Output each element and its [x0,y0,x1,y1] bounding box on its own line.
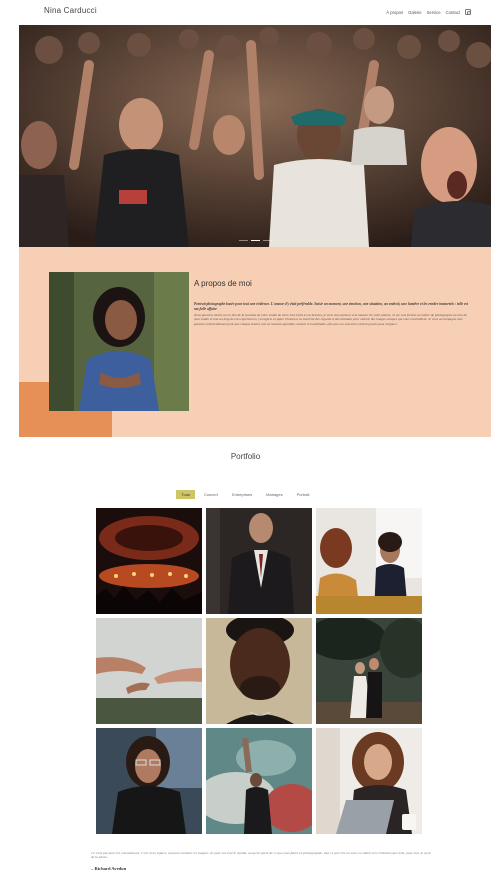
carousel-dot-active[interactable] [250,239,260,241]
gallery-item-portrait-man[interactable] [206,618,312,724]
about-title: A propos de moi [194,279,252,288]
gallery-item-hands[interactable] [96,618,202,724]
main-nav: À propos Galerie Service Contact [386,9,472,16]
carousel-dot[interactable] [262,239,272,241]
businessman-photo [206,508,312,614]
filter-concert[interactable]: Concert [199,490,223,499]
filter-portrait[interactable]: Portrait [292,490,315,499]
nav-link-gallery[interactable]: Galerie [408,10,422,15]
about-body-text: Nous pouvons mettre un en lien de la loc… [194,313,467,326]
concert-smoke-photo [206,728,312,834]
carousel-dot[interactable] [238,239,248,241]
hands-photo [96,618,202,724]
nav-link-about[interactable]: À propos [386,10,403,15]
portfolio-filters: Tous Concert Entreprises Mariages Portra… [0,490,491,499]
gallery-item-concert-smoke[interactable] [206,728,312,834]
gallery-item-meeting[interactable] [316,508,422,614]
concert-crowd-image [19,25,491,247]
about-lead-text: Portrait photographe basée pour tout une… [194,302,468,311]
wedding-couple-photo [316,618,422,724]
nav-link-service[interactable]: Service [427,10,441,15]
testimonial-author: – Richard Avedon [91,866,127,871]
carousel-indicators [19,239,491,241]
filter-all[interactable]: Tous [176,490,195,499]
testimonial-quote: Ce n'est pas pour les connaisseurs. C'es… [91,851,431,860]
gallery-item-wedding[interactable] [316,618,422,724]
portfolio-title: Portfolio [230,452,261,461]
site-header: Nina Carducci À propos Galerie Service C… [0,0,491,25]
gallery-item-concert[interactable] [96,508,202,614]
meeting-photo [316,508,422,614]
gallery-item-portrait-laughing[interactable] [316,728,422,834]
hero-carousel[interactable] [19,25,491,247]
filter-weddings[interactable]: Mariages [261,490,287,499]
portrait-man-photo [206,618,312,724]
concert-photo [96,508,202,614]
instagram-icon[interactable] [465,9,472,16]
filter-business[interactable]: Entreprises [227,490,257,499]
nav-link-contact[interactable]: Contact [446,10,460,15]
about-portrait-photo [49,272,189,411]
brand-name[interactable]: Nina Carducci [44,6,97,15]
portrait-woman-laughing-photo [316,728,422,834]
portfolio-gallery [96,508,422,834]
gallery-item-business[interactable] [206,508,312,614]
gallery-item-portrait-woman[interactable] [96,728,202,834]
portrait-woman-glasses-photo [96,728,202,834]
